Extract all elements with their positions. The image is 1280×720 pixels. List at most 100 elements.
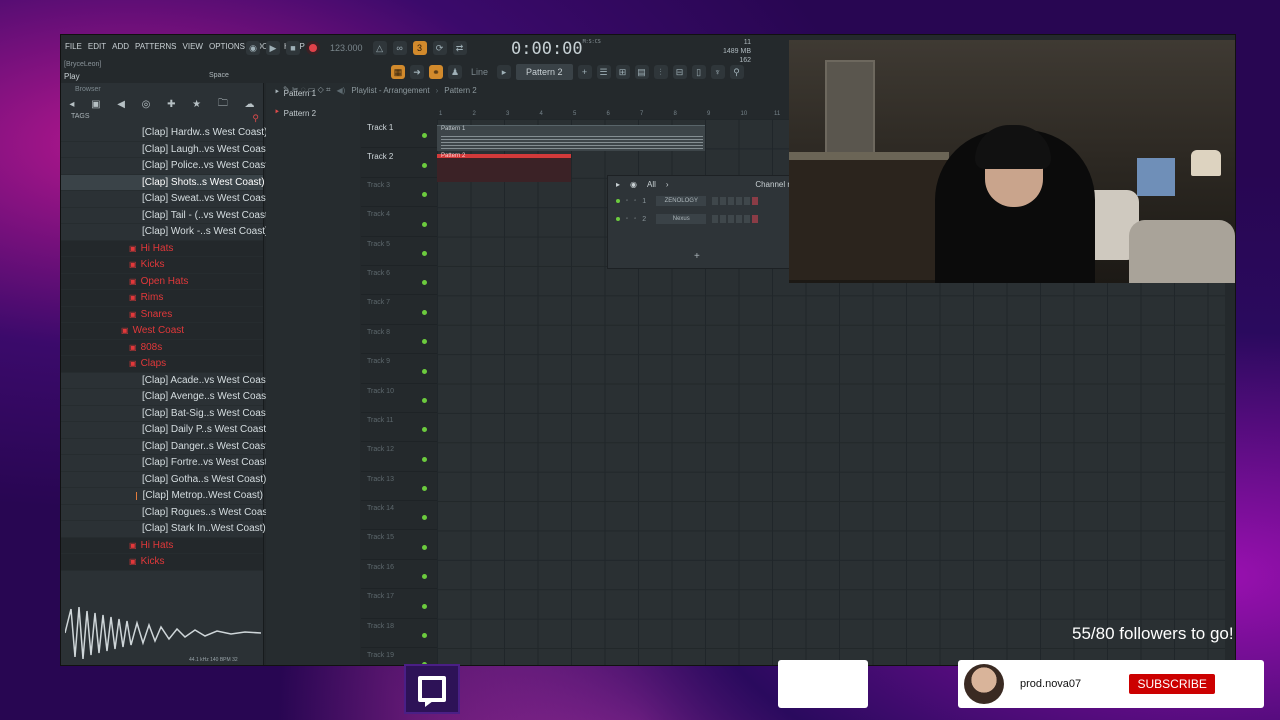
pattern-clip[interactable]: Pattern 2 — [437, 153, 571, 182]
track-header[interactable]: Track 13 — [361, 472, 437, 502]
browser-file-item[interactable]: [Clap] Avenge..s West Coast) — [61, 389, 272, 406]
browser-folder-item[interactable]: ▣ Kicks — [61, 257, 263, 274]
plugin-icon[interactable]: ▯ — [691, 65, 706, 79]
browser-folder-item[interactable]: ▣ West Coast — [61, 323, 263, 340]
browser-file-item[interactable]: [Clap] Fortre..vs West Coast) — [61, 455, 271, 472]
track-header[interactable]: Track 8 — [361, 325, 437, 355]
wait-icon[interactable]: ∞ — [392, 41, 407, 55]
channel-row[interactable]: ◦ ◦ 1 ZENOLOGY — [608, 192, 790, 210]
track-header[interactable]: Track 12 — [361, 442, 437, 472]
subscribe-button[interactable]: SUBSCRIBE — [1129, 674, 1216, 694]
track-mute-led[interactable] — [422, 397, 427, 403]
settings-icon[interactable]: ◉ — [630, 180, 637, 189]
channel-rack-icon[interactable]: ▤ — [634, 65, 649, 79]
pattern-selector[interactable]: Pattern 2 — [516, 64, 573, 80]
menu-item[interactable]: FILE — [65, 42, 82, 51]
browser-file-item[interactable]: [Clap] Stark In..West Coast) — [61, 521, 266, 538]
track-mute-led[interactable] — [422, 309, 427, 315]
file-icon[interactable]: ▣ — [91, 99, 100, 110]
browser-file-item[interactable]: [Clap] Hardw..s West Coast) — [61, 125, 267, 142]
target-icon[interactable]: ◎ — [142, 99, 151, 110]
arrow-icon[interactable]: ➜ — [410, 65, 424, 79]
track-mute-led[interactable] — [422, 250, 427, 256]
browser-file-item[interactable]: [Clap] Shots..s West Coast) — [61, 174, 265, 191]
track-header[interactable]: Track 11 — [361, 413, 437, 443]
speaker-icon[interactable]: ◀) — [337, 86, 346, 95]
step-sequencer[interactable] — [712, 215, 759, 223]
blend-icon[interactable]: ⇄ — [452, 41, 467, 55]
track-header[interactable]: Track 15 — [361, 530, 437, 560]
menu-item[interactable]: OPTIONS — [209, 42, 245, 51]
browser-file-item[interactable]: [Clap] Police..vs West Coast) — [61, 158, 271, 175]
piano-roll-icon[interactable]: ⊞ — [615, 65, 630, 79]
track-header[interactable]: Track 5 — [361, 237, 437, 266]
track-mute-led[interactable] — [422, 280, 427, 286]
track-mute-led[interactable] — [422, 339, 427, 345]
track-header[interactable]: Track 4 — [361, 207, 437, 237]
group-filter[interactable]: All — [647, 180, 656, 189]
browser-file-item[interactable]: [Clap] Laugh..vs West Coast) — [61, 142, 272, 158]
track-mute-led[interactable] — [422, 133, 427, 139]
mixer-icon[interactable]: ⫶ — [653, 65, 668, 79]
channel-led[interactable] — [616, 217, 620, 221]
collapse-icon[interactable]: ◂ — [69, 99, 74, 110]
track-header[interactable]: Track 6 — [361, 266, 437, 296]
track-header[interactable]: Track 1 — [361, 119, 437, 149]
track-mute-led[interactable] — [422, 633, 427, 639]
pan-knob-icon[interactable]: ◦ — [626, 216, 628, 222]
playlist-icon[interactable]: ☰ — [596, 65, 611, 79]
browser-file-item[interactable]: [Clap] Acade..vs West Coast) — [61, 373, 272, 389]
track-header[interactable]: Track 2 — [361, 148, 437, 178]
link-icon[interactable]: ⚭ — [429, 65, 443, 79]
play-icon[interactable]: ▶ — [266, 41, 280, 55]
channel-row[interactable]: ◦ ◦ 2 Nexus — [608, 210, 790, 228]
speaker-icon[interactable]: ◀ — [117, 99, 125, 110]
tuner-icon[interactable]: ♆ — [710, 65, 725, 79]
stop-icon[interactable]: ■ — [286, 41, 300, 55]
track-header[interactable]: Track 14 — [361, 501, 437, 531]
volume-knob-icon[interactable]: ◦ — [634, 198, 636, 204]
stamp-icon[interactable]: ♟ — [448, 65, 462, 79]
browser-folder-item[interactable]: ▣ Hi Hats — [61, 240, 263, 257]
browser-folder-item[interactable]: ▣ Rims — [61, 290, 263, 307]
track-mute-led[interactable] — [422, 603, 427, 609]
browser-folder-item[interactable]: ▣ Kicks — [61, 554, 263, 571]
record-button[interactable] — [306, 41, 320, 55]
browser-file-item[interactable]: [Clap] Sweat..vs West Coast) — [61, 191, 272, 208]
pan-knob-icon[interactable]: ◦ — [626, 198, 628, 204]
tempo-display[interactable]: 123.000 — [326, 43, 367, 53]
browser-file-item[interactable]: [Clap] Gotha..s West Coast) — [61, 472, 266, 488]
track-header[interactable]: Track 18 — [361, 619, 437, 649]
track-header[interactable]: Track 16 — [361, 560, 437, 590]
star-icon[interactable]: ★ — [192, 99, 201, 110]
step-sequencer[interactable] — [712, 197, 759, 205]
channel-name-button[interactable]: Nexus — [656, 214, 707, 224]
browser-folder-item[interactable]: ▣ 808s — [61, 339, 263, 356]
browser-folder-item[interactable]: ▣ Claps — [61, 356, 263, 373]
track-mute-led[interactable] — [422, 221, 427, 227]
arrow-right-icon[interactable]: ▸ — [497, 65, 512, 79]
track-mute-led[interactable] — [422, 574, 427, 580]
track-header[interactable]: Track 10 — [361, 384, 437, 413]
loop-record-icon[interactable]: ⟳ — [432, 41, 447, 55]
browser-file-item[interactable]: [Clap] Rogues..s West Coast) — [61, 505, 274, 521]
channel-led[interactable] — [616, 199, 620, 203]
track-mute-led[interactable] — [422, 162, 427, 168]
volume-knob-icon[interactable]: ◦ — [634, 216, 636, 222]
browser-file-item[interactable]: [Clap] Daily P..s West Coast) — [61, 422, 269, 439]
track-mute-led[interactable] — [422, 515, 427, 521]
browser-file-item[interactable]: [Clap] Metrop..West Coast) — [61, 488, 263, 505]
metronome-icon[interactable]: △ — [372, 41, 387, 55]
countdown-icon[interactable]: 3 — [412, 41, 427, 55]
arrow-right-icon[interactable]: › — [666, 180, 669, 189]
track-mute-led[interactable] — [422, 368, 427, 374]
song-mode-icon[interactable]: ◉ — [246, 41, 260, 55]
expand-icon[interactable]: ▸ — [616, 180, 620, 189]
mixer-track-number[interactable]: 1 — [642, 198, 650, 205]
snap-grid-icon[interactable]: ▦ — [391, 65, 405, 79]
track-header[interactable]: Track 7 — [361, 295, 437, 325]
search-icon[interactable]: ⚲ — [252, 113, 259, 124]
browser-file-item[interactable]: [Clap] Tail - (..vs West Coast) — [61, 208, 271, 224]
playlist-tools-icon[interactable]: ✎ ✂ ◌ ▭ ◇ ⌗ — [283, 85, 331, 95]
cloud-icon[interactable]: ☁ — [245, 99, 255, 110]
